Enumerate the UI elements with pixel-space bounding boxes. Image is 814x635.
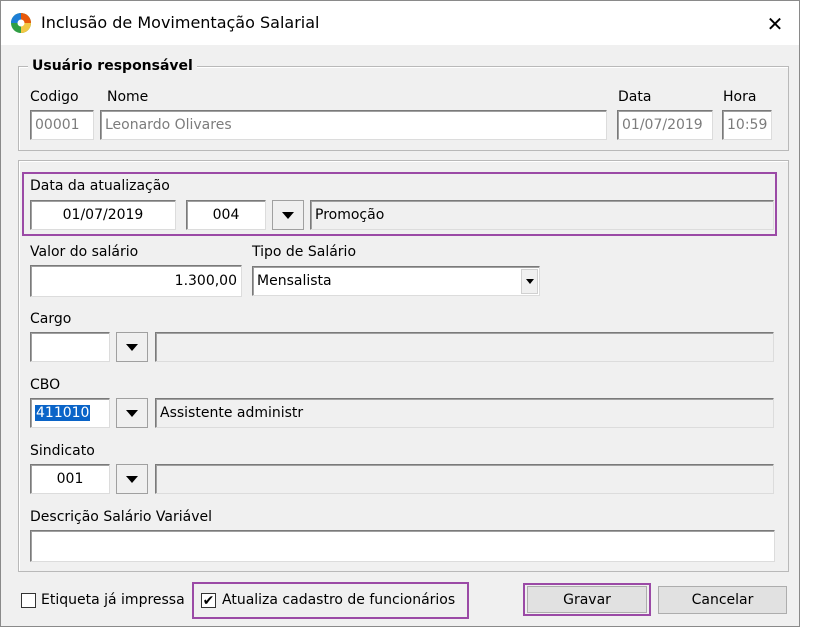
cargo-label: Cargo xyxy=(30,311,72,327)
nome-field[interactable]: Leonardo Olivares xyxy=(100,110,607,140)
chevron-down-icon xyxy=(126,475,138,483)
sindicato-desc-field xyxy=(155,464,774,494)
descricao-field[interactable] xyxy=(30,530,775,562)
sindicato-label: Sindicato xyxy=(30,443,95,459)
hora-label: Hora xyxy=(723,89,757,105)
app-logo-icon xyxy=(10,12,32,34)
tipo-salario-label: Tipo de Salário xyxy=(252,244,357,260)
codigo-label: Codigo xyxy=(30,89,79,105)
etiqueta-label: Etiqueta já impressa xyxy=(41,592,185,608)
cancelar-button[interactable]: Cancelar xyxy=(658,586,787,614)
cargo-code-field[interactable] xyxy=(30,332,110,362)
hora-field[interactable]: 10:59 xyxy=(722,110,772,140)
chevron-down-icon xyxy=(126,343,138,351)
movimento-code-field[interactable]: 004 xyxy=(186,200,266,230)
close-icon: ✕ xyxy=(766,12,784,36)
cbo-label: CBO xyxy=(30,377,61,393)
chevron-down-icon xyxy=(282,211,294,219)
descricao-label: Descrição Salário Variável xyxy=(30,509,212,525)
usuario-responsavel-legend: Usuário responsável xyxy=(28,58,197,74)
movimento-desc-field: Promoção xyxy=(310,200,774,230)
sindicato-code-field[interactable]: 001 xyxy=(30,464,110,494)
atualiza-cadastro-checkbox[interactable]: ✔ xyxy=(201,593,216,608)
codigo-field[interactable]: 00001 xyxy=(30,110,94,140)
cbo-dropdown-button[interactable] xyxy=(116,398,148,428)
nome-label: Nome xyxy=(107,89,149,105)
checkmark-icon: ✔ xyxy=(202,592,215,609)
data-atualizacao-field[interactable]: 01/07/2019 xyxy=(30,200,176,230)
valor-salario-label: Valor do salário xyxy=(30,244,139,260)
cbo-desc-field: Assistente administr xyxy=(155,398,774,428)
cbo-code-field[interactable]: 411010 xyxy=(30,398,110,428)
tipo-salario-value: Mensalista xyxy=(257,273,332,289)
atualiza-cadastro-label: Atualiza cadastro de funcionários xyxy=(222,592,456,608)
data-atualizacao-label: Data da atualização xyxy=(30,178,170,194)
movimento-dropdown-button[interactable] xyxy=(272,200,304,230)
tipo-salario-dropdown-button[interactable] xyxy=(521,269,538,294)
close-button[interactable]: ✕ xyxy=(755,8,795,40)
chevron-down-icon xyxy=(126,409,138,417)
window-title: Inclusão de Movimentação Salarial xyxy=(41,13,320,32)
gravar-button-label: Gravar xyxy=(563,591,611,608)
tipo-salario-select[interactable]: Mensalista xyxy=(252,266,540,296)
valor-salario-field[interactable]: 1.300,00 xyxy=(30,265,242,297)
gravar-button[interactable]: Gravar xyxy=(527,586,647,613)
chevron-down-icon xyxy=(525,279,534,284)
data-label: Data xyxy=(618,89,652,105)
cargo-desc-field xyxy=(155,332,774,362)
data-field[interactable]: 01/07/2019 xyxy=(617,110,713,140)
cancelar-button-label: Cancelar xyxy=(691,592,754,608)
cbo-code-value: 411010 xyxy=(35,405,91,421)
cargo-dropdown-button[interactable] xyxy=(116,332,148,362)
etiqueta-checkbox[interactable] xyxy=(21,593,36,608)
sindicato-dropdown-button[interactable] xyxy=(116,464,148,494)
